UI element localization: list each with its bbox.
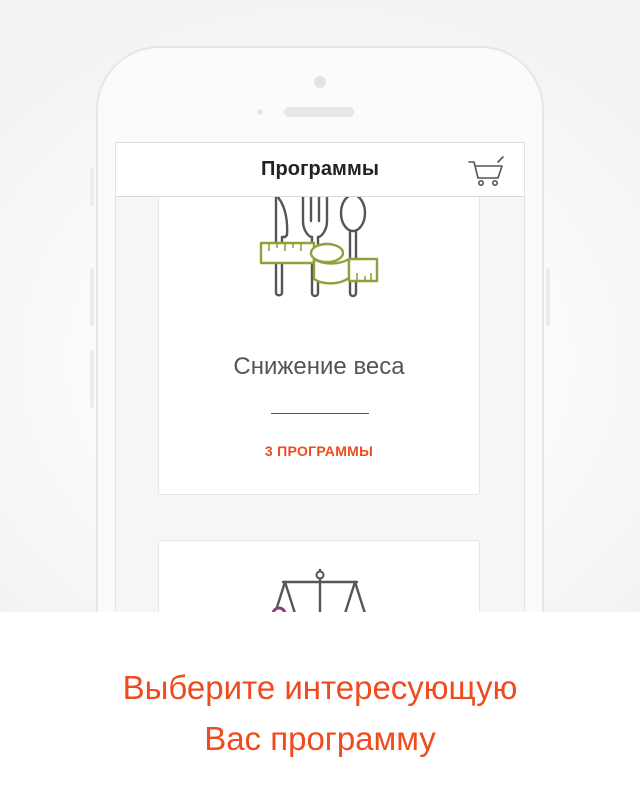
shopping-cart-icon[interactable]	[466, 155, 506, 187]
balance-scale-icon	[267, 566, 373, 612]
phone-screen: Программы Снижение веса 3 ПРОГРАММЫ	[115, 142, 525, 612]
phone-sensor	[257, 109, 263, 115]
phone-volume-down-button	[90, 350, 94, 408]
navigation-bar: Программы	[116, 142, 524, 197]
phone-volume-up-button	[90, 268, 94, 326]
cutlery-measuring-tape-icon	[259, 193, 379, 303]
program-count-link[interactable]: 3 ПРОГРАММЫ	[159, 443, 479, 459]
phone-speaker	[284, 107, 354, 117]
phone-power-button	[546, 268, 550, 326]
promo-background: Программы Снижение веса 3 ПРОГРАММЫ	[0, 0, 640, 612]
program-card-title: Снижение веса	[233, 353, 405, 380]
promo-caption: Выберите интересующую Вас программу	[0, 662, 640, 764]
card-divider	[271, 413, 369, 414]
promo-caption-line-1: Выберите интересующую	[122, 669, 518, 706]
page-title: Программы	[260, 158, 380, 180]
program-card[interactable]	[158, 540, 480, 612]
phone-mute-switch	[90, 168, 94, 206]
promo-caption-line-2: Вас программу	[204, 720, 436, 757]
phone-camera	[314, 76, 326, 88]
